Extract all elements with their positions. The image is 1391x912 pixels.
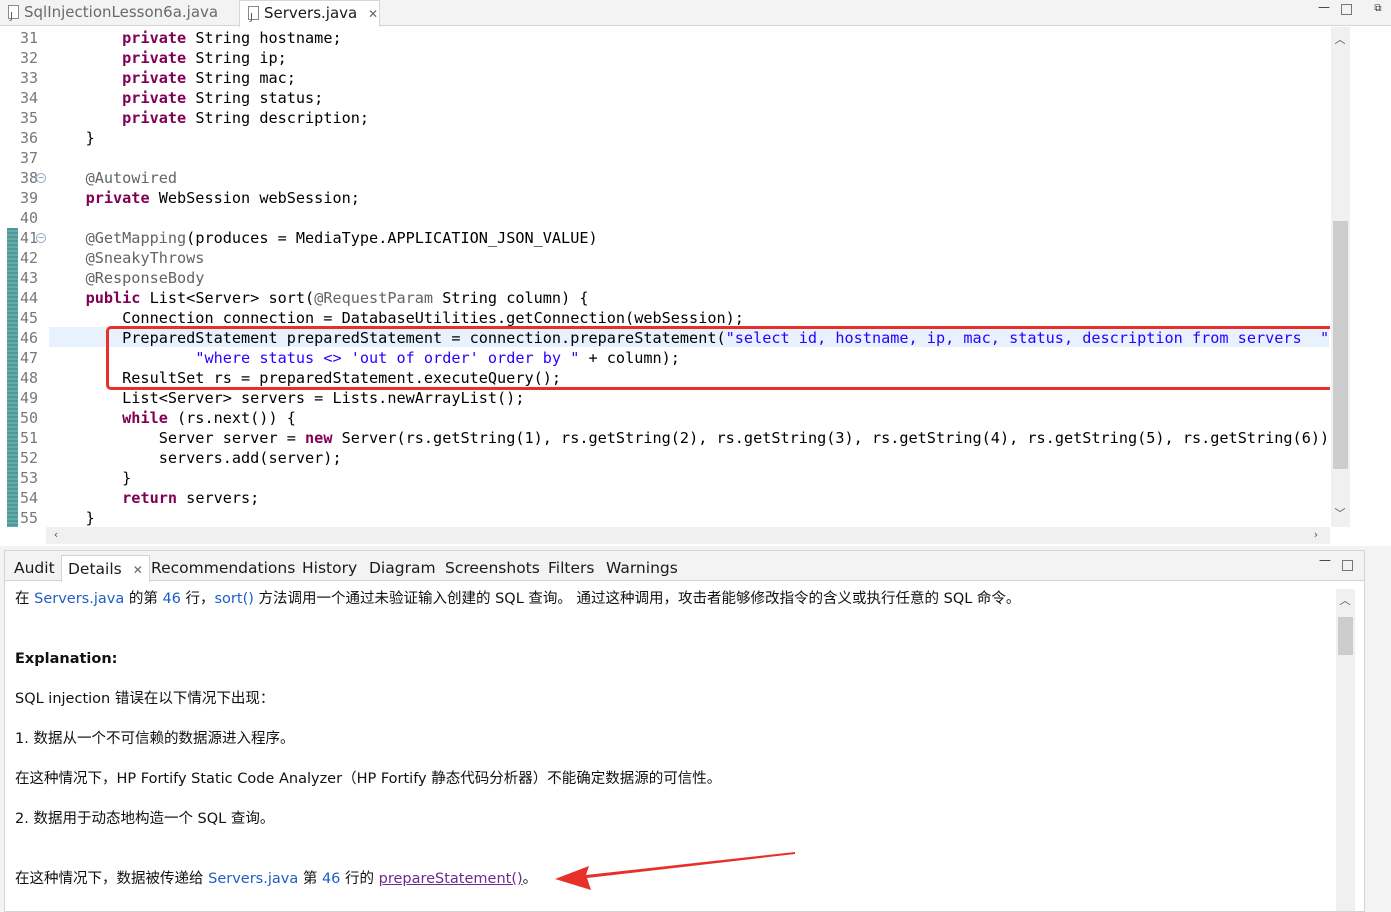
code-line: Server server = new Server(rs.getString(… — [49, 429, 1330, 447]
highlight-box — [106, 326, 1330, 390]
editor-tab-bar: SqlInjectionLesson6a.java Servers.java ✕… — [0, 0, 1391, 30]
line-number: 51 — [20, 429, 39, 447]
java-file-icon — [8, 5, 19, 29]
code-line: @ResponseBody — [85, 269, 205, 287]
tab-label: Servers.java — [264, 4, 358, 22]
details-paragraph: Explanation: — [15, 651, 118, 667]
line-number: 45 — [20, 309, 39, 327]
scroll-up-icon[interactable]: ︿ — [1332, 31, 1348, 47]
details-link[interactable]: 46 — [322, 871, 340, 887]
code-line: @GetMapping(produces = MediaType.APPLICA… — [85, 229, 598, 247]
tab-warnings[interactable]: Warnings — [606, 555, 678, 581]
tab-details[interactable]: Details ✕ — [61, 555, 150, 582]
line-number: 43 — [20, 269, 39, 287]
scrollbar-thumb[interactable] — [1333, 221, 1348, 469]
code-line: private WebSession webSession; — [85, 189, 360, 207]
line-number: 33 — [20, 69, 39, 87]
details-paragraph: 在 Servers.java 的第 46 行，sort() 方法调用一个通过未验… — [15, 591, 1021, 607]
editor-horizontal-scrollbar[interactable]: ‹ › — [46, 527, 1330, 544]
scroll-right-icon[interactable]: › — [1308, 528, 1324, 541]
code-line: private String ip; — [122, 49, 287, 67]
details-link[interactable]: 46 — [162, 591, 180, 607]
code-line: return servers; — [122, 489, 260, 507]
line-number: 42 — [20, 249, 39, 267]
code-line: } — [49, 509, 95, 527]
scrollbar-thumb[interactable] — [1338, 617, 1353, 655]
minimize-icon[interactable]: — — [1317, 553, 1333, 567]
details-paragraph: 2. 数据用于动态地构造一个 SQL 查询。 — [15, 811, 275, 827]
editor-vertical-scrollbar[interactable]: ︿ ﹀ — [1331, 27, 1350, 527]
details-link[interactable]: Servers.java — [208, 871, 298, 887]
code-line: private String description; — [122, 109, 370, 127]
line-number: 39 — [20, 189, 39, 207]
java-file-icon — [248, 6, 259, 30]
code-line: } — [49, 469, 132, 487]
tab-label: SqlInjectionLesson6a.java — [24, 3, 219, 21]
tab-screenshots[interactable]: Screenshots — [445, 555, 540, 581]
code-line: Connection connection = DatabaseUtilitie… — [49, 309, 744, 327]
code-line: @SneakyThrows — [85, 249, 205, 267]
line-number: 32 — [20, 49, 39, 67]
code-line: private String hostname; — [122, 29, 342, 47]
tab-details-label: Details — [68, 560, 122, 578]
line-number: 31 — [20, 29, 39, 47]
code-line: while (rs.next()) { — [122, 409, 296, 427]
details-paragraph: 1. 数据从一个不可信赖的数据源进入程序。 — [15, 731, 295, 747]
editor-pane: SqlInjectionLesson6a.java Servers.java ✕… — [0, 0, 1391, 546]
code-line: private String status; — [122, 89, 324, 107]
tab-filters[interactable]: Filters — [548, 555, 594, 581]
line-number: 49 — [20, 389, 39, 407]
code-editor[interactable]: 31 private String hostname; 32 private St… — [0, 27, 1330, 527]
tab-servers-java[interactable]: Servers.java ✕ — [239, 0, 380, 30]
details-link[interactable]: prepareStatement() — [379, 871, 523, 887]
annotation-arrow — [555, 852, 795, 890]
details-paragraph: 在这种情况下，数据被传递给 Servers.java 第 46 行的 prepa… — [15, 871, 538, 887]
fold-toggle-icon[interactable]: − — [36, 233, 46, 243]
restore-icon[interactable]: ⧉ — [1370, 3, 1386, 14]
maximize-icon[interactable] — [1341, 4, 1352, 15]
code-line: @Autowired — [85, 169, 178, 187]
line-number: 47 — [20, 349, 39, 367]
line-number: 44 — [20, 289, 39, 307]
line-number: 48 — [20, 369, 39, 387]
details-paragraph: SQL injection 错误在以下情况下出现： — [15, 691, 275, 707]
tab-audit[interactable]: Audit — [14, 555, 55, 581]
line-number: 53 — [20, 469, 39, 487]
line-number: 35 — [20, 109, 39, 127]
line-number: 40 — [20, 209, 39, 227]
scroll-left-icon[interactable]: ‹ — [48, 528, 64, 541]
line-number: 37 — [20, 149, 39, 167]
details-vertical-scrollbar[interactable]: ︿ — [1336, 589, 1355, 911]
line-number: 54 — [20, 489, 39, 507]
close-icon[interactable]: ✕ — [133, 563, 143, 577]
code-line: } — [49, 129, 95, 147]
fold-toggle-icon[interactable]: − — [36, 173, 46, 183]
code-line: List<Server> servers = Lists.newArrayLis… — [49, 389, 525, 407]
code-line: servers.add(server); — [49, 449, 342, 467]
details-paragraph: 在这种情况下，HP Fortify Static Code Analyzer（H… — [15, 771, 722, 787]
line-number: 55 — [20, 509, 39, 527]
tab-history[interactable]: History — [302, 555, 357, 581]
close-icon[interactable]: ✕ — [368, 7, 378, 21]
bottom-tab-bar: Audit Details ✕ Recommendations History … — [5, 551, 1364, 582]
details-link[interactable]: sort() — [215, 591, 254, 607]
maximize-icon[interactable] — [1342, 560, 1353, 571]
line-number: 52 — [20, 449, 39, 467]
tab-recommendations[interactable]: Recommendations — [151, 555, 295, 581]
line-number: 50 — [20, 409, 39, 427]
line-number: 36 — [20, 129, 39, 147]
tab-diagram[interactable]: Diagram — [369, 555, 436, 581]
tab-sqlinjectionlesson6a[interactable]: SqlInjectionLesson6a.java — [0, 0, 236, 29]
scroll-down-icon[interactable]: ﹀ — [1332, 505, 1348, 521]
code-line: public List<Server> sort(@RequestParam S… — [85, 289, 589, 307]
code-line: private String mac; — [122, 69, 296, 87]
minimize-icon[interactable]: — — [1316, 0, 1332, 14]
line-number: 46 — [20, 329, 39, 347]
line-number: 34 — [20, 89, 39, 107]
scroll-up-icon[interactable]: ︿ — [1337, 592, 1353, 608]
details-link[interactable]: Servers.java — [34, 591, 124, 607]
